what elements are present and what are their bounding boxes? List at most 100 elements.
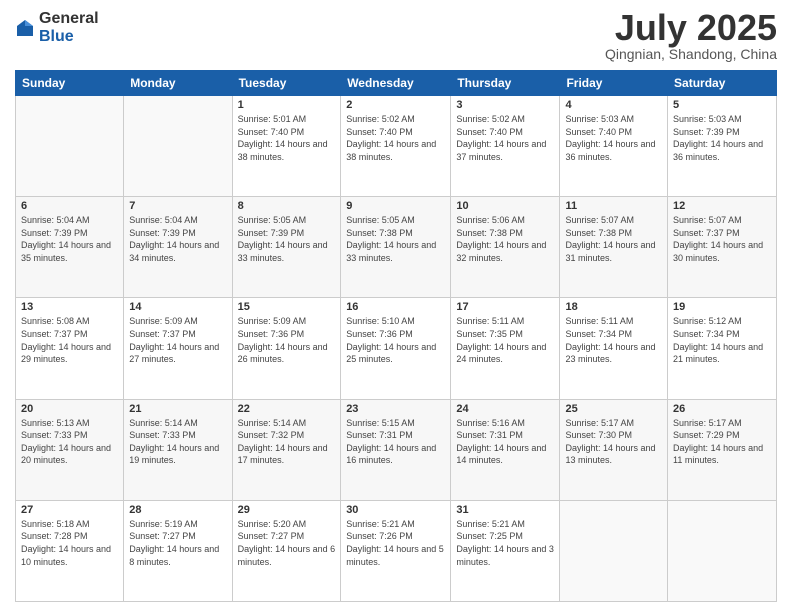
day-number: 8 xyxy=(238,200,336,212)
title-block: July 2025 Qingnian, Shandong, China xyxy=(605,10,777,62)
day-number: 27 xyxy=(21,504,118,516)
day-info: Sunrise: 5:17 AM Sunset: 7:30 PM Dayligh… xyxy=(565,417,662,467)
day-info: Sunrise: 5:19 AM Sunset: 7:27 PM Dayligh… xyxy=(129,518,226,568)
day-info: Sunrise: 5:05 AM Sunset: 7:39 PM Dayligh… xyxy=(238,214,336,264)
day-number: 30 xyxy=(346,504,445,516)
calendar-cell: 26 Sunrise: 5:17 AM Sunset: 7:29 PM Dayli… xyxy=(668,399,777,500)
calendar-header-row: SundayMondayTuesdayWednesdayThursdayFrid… xyxy=(16,71,777,96)
day-info: Sunrise: 5:11 AM Sunset: 7:34 PM Dayligh… xyxy=(565,315,662,365)
day-info: Sunrise: 5:07 AM Sunset: 7:38 PM Dayligh… xyxy=(565,214,662,264)
calendar-week-1: 6 Sunrise: 5:04 AM Sunset: 7:39 PM Daylig… xyxy=(16,197,777,298)
day-number: 12 xyxy=(673,200,771,212)
day-number: 10 xyxy=(456,200,554,212)
month-title: July 2025 xyxy=(605,10,777,46)
calendar-cell: 1 Sunrise: 5:01 AM Sunset: 7:40 PM Daylig… xyxy=(232,96,341,197)
calendar-cell: 22Sunrise: 5:14 AM Sunset: 7:32 PM Dayli… xyxy=(232,399,341,500)
calendar-cell: 15Sunrise: 5:09 AM Sunset: 7:36 PM Dayli… xyxy=(232,298,341,399)
day-info: Sunrise: 5:18 AM Sunset: 7:28 PM Dayligh… xyxy=(21,518,118,568)
day-info: Sunrise: 5:10 AM Sunset: 7:36 PM Dayligh… xyxy=(346,315,445,365)
day-number: 18 xyxy=(565,301,662,313)
logo-text: General Blue xyxy=(39,10,99,45)
calendar-cell: 2 Sunrise: 5:02 AM Sunset: 7:40 PM Daylig… xyxy=(341,96,451,197)
calendar-cell: 14Sunrise: 5:09 AM Sunset: 7:37 PM Dayli… xyxy=(124,298,232,399)
calendar-cell: 6 Sunrise: 5:04 AM Sunset: 7:39 PM Daylig… xyxy=(16,197,124,298)
day-number: 28 xyxy=(129,504,226,516)
day-info: Sunrise: 5:13 AM Sunset: 7:33 PM Dayligh… xyxy=(21,417,118,467)
calendar-cell: 7 Sunrise: 5:04 AM Sunset: 7:39 PM Daylig… xyxy=(124,197,232,298)
day-header-tuesday: Tuesday xyxy=(232,71,341,96)
day-number: 13 xyxy=(21,301,118,313)
day-info: Sunrise: 5:17 AM Sunset: 7:29 PM Dayligh… xyxy=(673,417,771,467)
day-number: 9 xyxy=(346,200,445,212)
day-number: 15 xyxy=(238,301,336,313)
calendar-cell xyxy=(124,96,232,197)
logo-icon xyxy=(15,18,35,38)
calendar-cell xyxy=(16,96,124,197)
calendar-cell: 5 Sunrise: 5:03 AM Sunset: 7:39 PM Daylig… xyxy=(668,96,777,197)
day-header-saturday: Saturday xyxy=(668,71,777,96)
calendar-cell: 9Sunrise: 5:05 AM Sunset: 7:38 PM Daylig… xyxy=(341,197,451,298)
day-number: 11 xyxy=(565,200,662,212)
calendar-week-4: 27 Sunrise: 5:18 AM Sunset: 7:28 PM Dayli… xyxy=(16,500,777,601)
day-info: Sunrise: 5:12 AM Sunset: 7:34 PM Dayligh… xyxy=(673,315,771,365)
day-info: Sunrise: 5:03 AM Sunset: 7:40 PM Dayligh… xyxy=(565,113,662,163)
day-info: Sunrise: 5:03 AM Sunset: 7:39 PM Dayligh… xyxy=(673,113,771,163)
day-info: Sunrise: 5:01 AM Sunset: 7:40 PM Dayligh… xyxy=(238,113,336,163)
day-number: 25 xyxy=(565,403,662,415)
day-header-sunday: Sunday xyxy=(16,71,124,96)
day-info: Sunrise: 5:11 AM Sunset: 7:35 PM Dayligh… xyxy=(456,315,554,365)
page: General Blue July 2025 Qingnian, Shandon… xyxy=(0,0,792,612)
calendar-cell: 30 Sunrise: 5:21 AM Sunset: 7:26 PM Dayli… xyxy=(341,500,451,601)
day-info: Sunrise: 5:04 AM Sunset: 7:39 PM Dayligh… xyxy=(129,214,226,264)
calendar-cell: 16 Sunrise: 5:10 AM Sunset: 7:36 PM Dayli… xyxy=(341,298,451,399)
day-info: Sunrise: 5:04 AM Sunset: 7:39 PM Dayligh… xyxy=(21,214,118,264)
calendar-cell: 4 Sunrise: 5:03 AM Sunset: 7:40 PM Daylig… xyxy=(560,96,668,197)
day-number: 19 xyxy=(673,301,771,313)
day-info: Sunrise: 5:21 AM Sunset: 7:26 PM Dayligh… xyxy=(346,518,445,568)
day-number: 20 xyxy=(21,403,118,415)
day-number: 26 xyxy=(673,403,771,415)
day-info: Sunrise: 5:14 AM Sunset: 7:33 PM Dayligh… xyxy=(129,417,226,467)
calendar-cell: 20 Sunrise: 5:13 AM Sunset: 7:33 PM Dayli… xyxy=(16,399,124,500)
day-number: 16 xyxy=(346,301,445,313)
logo: General Blue xyxy=(15,10,99,45)
day-info: Sunrise: 5:08 AM Sunset: 7:37 PM Dayligh… xyxy=(21,315,118,365)
day-info: Sunrise: 5:20 AM Sunset: 7:27 PM Dayligh… xyxy=(238,518,336,568)
calendar-cell: 31 Sunrise: 5:21 AM Sunset: 7:25 PM Dayli… xyxy=(451,500,560,601)
day-number: 6 xyxy=(21,200,118,212)
day-info: Sunrise: 5:02 AM Sunset: 7:40 PM Dayligh… xyxy=(456,113,554,163)
day-number: 17 xyxy=(456,301,554,313)
day-info: Sunrise: 5:16 AM Sunset: 7:31 PM Dayligh… xyxy=(456,417,554,467)
calendar-cell: 13 Sunrise: 5:08 AM Sunset: 7:37 PM Dayli… xyxy=(16,298,124,399)
day-number: 4 xyxy=(565,99,662,111)
day-info: Sunrise: 5:02 AM Sunset: 7:40 PM Dayligh… xyxy=(346,113,445,163)
calendar-cell: 29 Sunrise: 5:20 AM Sunset: 7:27 PM Dayli… xyxy=(232,500,341,601)
day-info: Sunrise: 5:21 AM Sunset: 7:25 PM Dayligh… xyxy=(456,518,554,568)
calendar-cell xyxy=(668,500,777,601)
day-number: 31 xyxy=(456,504,554,516)
day-number: 22 xyxy=(238,403,336,415)
calendar-cell: 27 Sunrise: 5:18 AM Sunset: 7:28 PM Dayli… xyxy=(16,500,124,601)
calendar-cell: 10Sunrise: 5:06 AM Sunset: 7:38 PM Dayli… xyxy=(451,197,560,298)
calendar-cell: 25 Sunrise: 5:17 AM Sunset: 7:30 PM Dayli… xyxy=(560,399,668,500)
day-number: 7 xyxy=(129,200,226,212)
calendar-cell: 19 Sunrise: 5:12 AM Sunset: 7:34 PM Dayli… xyxy=(668,298,777,399)
calendar-cell: 11 Sunrise: 5:07 AM Sunset: 7:38 PM Dayli… xyxy=(560,197,668,298)
day-header-wednesday: Wednesday xyxy=(341,71,451,96)
logo-general: General xyxy=(39,10,99,28)
calendar-cell: 24Sunrise: 5:16 AM Sunset: 7:31 PM Dayli… xyxy=(451,399,560,500)
day-number: 3 xyxy=(456,99,554,111)
day-number: 14 xyxy=(129,301,226,313)
day-number: 29 xyxy=(238,504,336,516)
day-number: 1 xyxy=(238,99,336,111)
calendar-cell: 28 Sunrise: 5:19 AM Sunset: 7:27 PM Dayli… xyxy=(124,500,232,601)
day-header-thursday: Thursday xyxy=(451,71,560,96)
header: General Blue July 2025 Qingnian, Shandon… xyxy=(15,10,777,62)
day-header-friday: Friday xyxy=(560,71,668,96)
calendar: SundayMondayTuesdayWednesdayThursdayFrid… xyxy=(15,70,777,602)
calendar-cell: 21Sunrise: 5:14 AM Sunset: 7:33 PM Dayli… xyxy=(124,399,232,500)
day-number: 2 xyxy=(346,99,445,111)
day-number: 5 xyxy=(673,99,771,111)
day-info: Sunrise: 5:15 AM Sunset: 7:31 PM Dayligh… xyxy=(346,417,445,467)
calendar-cell: 23Sunrise: 5:15 AM Sunset: 7:31 PM Dayli… xyxy=(341,399,451,500)
